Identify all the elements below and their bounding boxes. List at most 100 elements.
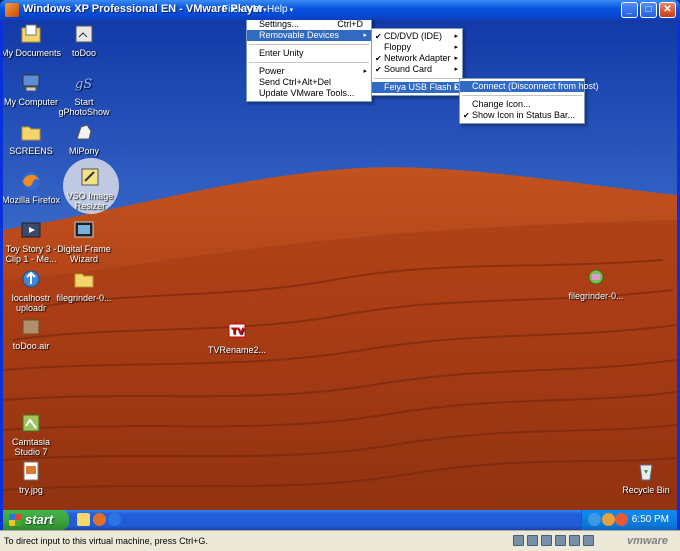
icon-label: try.jpg — [19, 485, 43, 495]
desktop-icon-mipony[interactable]: MiPony — [53, 121, 115, 156]
mipony-icon — [73, 121, 95, 143]
menu-separator — [249, 62, 369, 63]
minimize-button[interactable]: _ — [621, 2, 638, 18]
usb-device-icon[interactable] — [569, 535, 580, 546]
vmware-logo: vmware — [627, 535, 668, 547]
menu-item-connect[interactable]: Connect (Disconnect from host) — [460, 81, 599, 92]
menu-separator — [249, 44, 369, 45]
desktop-icon-filegrinder-app[interactable]: filegrinder-0... — [565, 266, 627, 301]
icon-label: localhostr uploadr — [11, 293, 51, 313]
menu-item-label: Change Icon... — [472, 99, 531, 109]
menu-item-sound-card[interactable]: ✔ Sound Card ▸ — [372, 64, 462, 75]
menu-item-label: Connect (Disconnect from host) — [472, 81, 599, 91]
app-tray-icon[interactable] — [615, 513, 628, 526]
menu-item-settings[interactable]: Settings... Ctrl+D — [247, 20, 371, 30]
menu-item-label: Settings... — [259, 20, 300, 29]
desktop-icon-tvrename[interactable]: TV TVRename2... — [206, 320, 268, 355]
menu-item-network-adapter[interactable]: ✔ Network Adapter ▸ — [372, 53, 462, 64]
menu-separator — [374, 78, 460, 79]
desktop-icon-digital-frame-wizard[interactable]: Digital Frame Wizard — [53, 219, 115, 264]
close-button[interactable]: ✕ — [659, 2, 676, 18]
explorer-quicklaunch-icon[interactable] — [77, 513, 90, 526]
sound-device-icon[interactable] — [555, 535, 566, 546]
menu-item-floppy[interactable]: Floppy ▸ — [372, 42, 462, 53]
maximize-button[interactable]: □ — [640, 2, 657, 18]
menu-item-label: Floppy — [384, 42, 412, 52]
resizer-icon — [79, 166, 101, 188]
menu-item-removable-devices[interactable]: Removable Devices ▸ — [247, 30, 371, 41]
icon-label: TVRename2... — [207, 345, 267, 355]
firefox-quicklaunch-icon[interactable] — [93, 513, 106, 526]
message-icon[interactable] — [583, 535, 594, 546]
menu-item-change-icon[interactable]: Change Icon... — [460, 99, 584, 110]
submenu-arrow-icon: ▸ — [454, 66, 458, 73]
desktop-icon-camtasia[interactable]: Camtasia Studio 7 — [3, 412, 62, 457]
start-button[interactable]: start — [3, 510, 69, 530]
vm-menu: Settings... Ctrl+D Removable Devices ▸ Ent… — [246, 20, 372, 102]
menu-item-cd-dvd[interactable]: ✔ CD/DVD (IDE) ▸ — [372, 31, 462, 42]
frame-icon — [73, 219, 95, 241]
title-bar[interactable]: Windows XP Professional EN - VMware Play… — [0, 0, 680, 20]
menu-vm[interactable]: VM ▾ — [246, 4, 267, 15]
desktop-icon-try-jpg[interactable]: try.jpg — [3, 460, 62, 495]
usb-device-submenu: Connect (Disconnect from host) Change Ic… — [459, 78, 599, 124]
menu-item-label: Update VMware Tools... — [259, 88, 355, 98]
desktop-icon-recycle-bin[interactable]: Recycle Bin — [615, 460, 677, 495]
submenu-arrow-icon: ▸ — [454, 84, 458, 91]
ie-quicklaunch-icon[interactable] — [108, 513, 121, 526]
firefox-icon — [20, 170, 42, 192]
shortcut-icon — [73, 23, 95, 45]
system-tray: 6:50 PM — [581, 510, 677, 530]
menu-item-label: Show Icon in Status Bar... — [472, 110, 576, 120]
submenu-arrow-icon: ▸ — [454, 33, 458, 40]
video-icon — [20, 219, 42, 241]
desktop-icon-todoo-air[interactable]: toDoo.air — [3, 316, 62, 351]
menu-item-label: Network Adapter — [384, 53, 451, 63]
menu-item-enter-unity[interactable]: Enter Unity — [247, 48, 371, 59]
icon-label: toDoo — [71, 48, 97, 58]
icon-label: Mozilla Firefox — [3, 195, 60, 205]
desktop-icon-todoo[interactable]: toDoo — [53, 23, 115, 58]
checkmark-icon: ✔ — [375, 54, 382, 63]
network-tray-icon[interactable] — [588, 513, 601, 526]
submenu-arrow-icon: ▸ — [363, 68, 367, 75]
network-device-icon[interactable] — [541, 535, 552, 546]
icon-label: My Computer — [3, 97, 58, 107]
menu-item-power[interactable]: Power ▸ — [247, 66, 371, 77]
menu-item-label: CD/DVD (IDE) — [384, 31, 442, 41]
desktop-icon-firefox[interactable]: Mozilla Firefox — [3, 170, 62, 205]
icon-label: MiPony — [68, 146, 99, 156]
menu-item-send-ctrl-alt-del[interactable]: Send Ctrl+Alt+Del — [247, 77, 371, 88]
menu-item-update-vmware-tools[interactable]: Update VMware Tools... — [247, 88, 371, 99]
menu-item-show-icon-in-status-bar[interactable]: ✔ Show Icon in Status Bar... — [460, 110, 584, 121]
icon-label: filegrinder-0... — [568, 291, 624, 301]
icon-label: Toy Story 3 - Clip 1 - Me... — [5, 244, 57, 264]
icon-label: filegrinder-0... — [56, 293, 112, 303]
guest-desktop[interactable]: My Documents toDoo My Computer gS Start … — [3, 20, 677, 510]
menu-file[interactable]: File ▾ — [222, 4, 244, 15]
icon-label: Start gPhotoShow — [58, 97, 110, 117]
menu-vm-label: VM — [246, 4, 261, 15]
menu-help[interactable]: Help ▾ — [267, 4, 293, 15]
svg-text:gS: gS — [75, 77, 92, 92]
icon-label: VSO Image Resizer — [66, 191, 114, 211]
desktop-icon-filegrinder-folder[interactable]: filegrinder-0... — [53, 268, 115, 303]
menu-item-label: Sound Card — [384, 64, 433, 74]
desktop-icon-vso-image-resizer[interactable]: VSO Image Resizer — [59, 166, 121, 211]
status-bar: To direct input to this virtual machine,… — [0, 530, 680, 551]
icon-label: SCREENS — [9, 146, 53, 156]
camtasia-icon — [20, 412, 42, 434]
menu-item-label: Power — [259, 66, 285, 76]
menu-separator — [462, 95, 582, 96]
vmware-player-window: Windows XP Professional EN - VMware Play… — [0, 0, 680, 551]
menu-item-feiya-usb-flash-disk[interactable]: Feiya USB Flash Disk ▸ — [372, 82, 472, 93]
cd-device-icon[interactable] — [513, 535, 524, 546]
windows-flag-icon — [9, 514, 21, 526]
floppy-device-icon[interactable] — [527, 535, 538, 546]
folder-docs-icon — [20, 23, 42, 45]
computer-icon — [20, 72, 42, 94]
desktop-icon-gphotoshow[interactable]: gS Start gPhotoShow — [53, 72, 115, 117]
security-tray-icon[interactable] — [602, 513, 615, 526]
menu-item-label: Send Ctrl+Alt+Del — [259, 77, 332, 87]
menu-item-label: Removable Devices — [259, 30, 340, 40]
